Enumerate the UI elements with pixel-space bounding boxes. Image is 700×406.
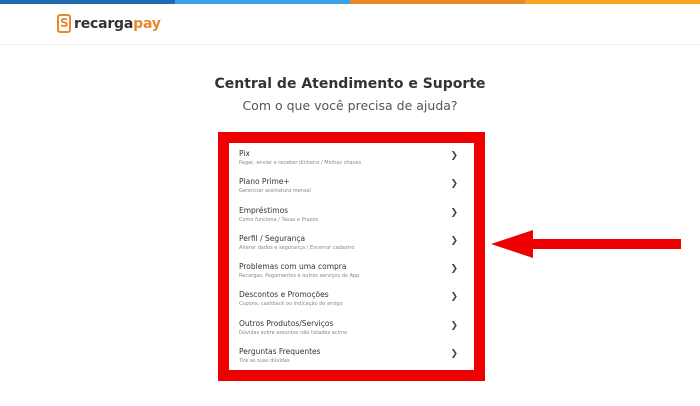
menu-item-desc: Gerenciar assinatura mensal bbox=[239, 188, 311, 195]
chevron-right-icon: ❯ bbox=[450, 264, 458, 275]
pointer-arrow-icon bbox=[491, 230, 681, 258]
menu-item-label: Perfil / Segurança bbox=[239, 233, 306, 243]
menu-item-emprestimos[interactable]: Empréstimos Como funciona / Taxas e Praz… bbox=[229, 200, 474, 228]
site-header: S recargapay bbox=[0, 4, 700, 45]
menu-item-plano-prime[interactable]: Plano Prime+ Gerenciar assinatura mensal… bbox=[229, 171, 474, 199]
menu-item-desc: Pagar, enviar e receber dinheiro / Minha… bbox=[239, 160, 362, 166]
menu-item-desc: Alterar dados e segurança / Encerrar cad… bbox=[239, 244, 355, 251]
menu-item-pix[interactable]: Pix Pagar, enviar e receber dinheiro / M… bbox=[229, 143, 474, 171]
menu-item-label: Perguntas Frequentes bbox=[239, 347, 321, 357]
menu-item-label: Problemas com uma compra bbox=[239, 262, 347, 272]
menu-item-desc: Como funciona / Taxas e Prazos bbox=[239, 216, 318, 223]
menu-item-label: Descontos e Promoções bbox=[239, 290, 329, 300]
menu-item-outros-produtos[interactable]: Outros Produtos/Serviços Dúvidas sobre a… bbox=[229, 313, 474, 341]
menu-item-label: Empréstimos bbox=[239, 205, 289, 215]
menu-item-label: Pix bbox=[239, 149, 250, 158]
chevron-right-icon: ❯ bbox=[450, 179, 458, 190]
menu-item-desc: Dúvidas sobre assuntos não listados acim… bbox=[239, 329, 347, 336]
help-topics-menu: Pix Pagar, enviar e receber dinheiro / M… bbox=[229, 143, 474, 369]
menu-item-perfil-seguranca[interactable]: Perfil / Segurança Alterar dados e segur… bbox=[229, 228, 474, 256]
menu-item-problemas-compra[interactable]: Problemas com uma compra Recargas, Pagam… bbox=[229, 256, 474, 284]
logo-mark-icon: S bbox=[57, 14, 71, 33]
brand-logo[interactable]: S recargapay bbox=[57, 14, 161, 33]
menu-item-descontos-promocoes[interactable]: Descontos e Promoções Cupons, cashback o… bbox=[229, 284, 474, 312]
menu-item-desc: Recargas, Pagamentos e outros serviços d… bbox=[239, 273, 360, 280]
chevron-right-icon: ❯ bbox=[450, 207, 458, 218]
logo-text: recargapay bbox=[74, 15, 161, 32]
page-subtitle: Com o que você precisa de ajuda? bbox=[242, 98, 458, 113]
chevron-right-icon: ❯ bbox=[450, 151, 458, 161]
menu-item-label: Outros Produtos/Serviços bbox=[239, 318, 334, 328]
menu-item-label: Plano Prime+ bbox=[239, 177, 290, 187]
chevron-right-icon: ❯ bbox=[450, 235, 458, 246]
page-title: Central de Atendimento e Suporte bbox=[214, 76, 486, 92]
chevron-right-icon: ❯ bbox=[450, 349, 458, 360]
menu-item-desc: Tire as suas dúvidas bbox=[239, 358, 290, 365]
menu-item-perguntas-frequentes[interactable]: Perguntas Frequentes Tire as suas dúvida… bbox=[229, 341, 474, 369]
chevron-right-icon: ❯ bbox=[450, 320, 458, 331]
chevron-right-icon: ❯ bbox=[450, 292, 458, 303]
menu-item-desc: Cupons, cashback ou indicação de amigo bbox=[239, 301, 343, 308]
